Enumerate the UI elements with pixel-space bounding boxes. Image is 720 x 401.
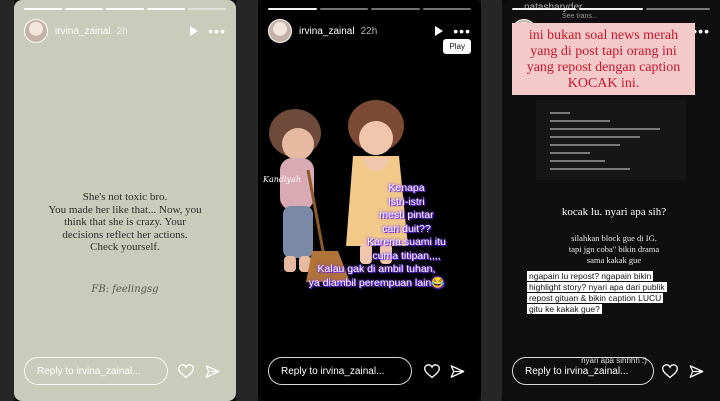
story-card-1[interactable]: irvina_zainal 2h ••• She's not toxic bro… [14, 0, 236, 401]
heart-icon[interactable] [178, 364, 194, 379]
send-icon[interactable] [450, 364, 465, 379]
caption-text: Kenapa istri-istri mesti pintar cari dui… [308, 182, 446, 289]
progress-bars [268, 8, 471, 10]
post-time: 2h [116, 25, 128, 37]
signature: FB: feelingsg [91, 284, 159, 295]
reply-input[interactable]: Reply to irvina_zainal... [268, 357, 412, 385]
story-card-3[interactable]: natasharyder See trans... irvina_zainal … [502, 0, 720, 401]
embedded-screenshot [536, 100, 686, 180]
username[interactable]: irvina_zainal [299, 26, 355, 37]
username[interactable]: irvina_zainal [55, 26, 111, 37]
quote-text: She's not toxic bro. You made her like t… [48, 191, 202, 253]
story-header: irvina_zainal 2h ••• [24, 18, 226, 44]
progress-bars [24, 8, 226, 10]
play-icon[interactable] [190, 26, 199, 36]
progress-bars [512, 8, 710, 10]
comment-line-1: kocak lu. nyari apa sih? [561, 206, 667, 218]
reply-input[interactable]: Reply to irvina_zainal... [512, 357, 654, 385]
story-gap [236, 0, 258, 401]
story-header: irvina_zainal 22h ••• [268, 18, 471, 44]
avatar[interactable] [268, 19, 292, 43]
highlighted-note: ini bukan soal news merah yang di post t… [512, 23, 695, 95]
left-edge [0, 0, 14, 401]
avatar[interactable] [24, 19, 48, 43]
story-card-2[interactable]: irvina_zainal 22h ••• Play Kandiyah Kena… [258, 0, 481, 401]
play-tooltip: Play [443, 39, 471, 54]
heart-icon[interactable] [662, 364, 678, 379]
art-watermark: Kandiyah [262, 175, 301, 184]
more-options-icon[interactable]: ••• [453, 24, 471, 38]
comment-line-2: silahkan block gue di IG. tapi jgn coba"… [568, 233, 660, 265]
story-gap [481, 0, 502, 401]
send-icon[interactable] [205, 364, 220, 379]
more-options-icon[interactable]: ••• [208, 24, 226, 38]
reply-input[interactable]: Reply to irvina_zainal... [24, 357, 168, 385]
play-icon[interactable] [435, 26, 444, 36]
post-time: 22h [360, 25, 378, 37]
heart-icon[interactable] [424, 364, 440, 379]
send-icon[interactable] [689, 364, 704, 379]
comment-line-3: ngapain lu repost? ngapain bikin highlig… [527, 271, 667, 314]
